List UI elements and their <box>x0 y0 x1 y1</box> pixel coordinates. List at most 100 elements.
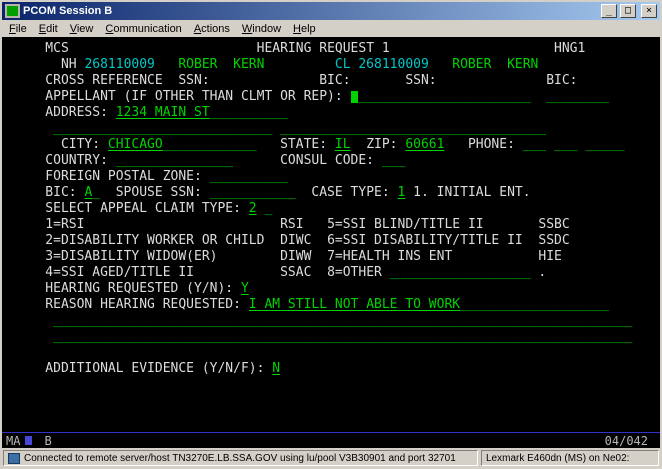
spouse-ssn-label: SPOUSE SSN: <box>116 185 202 201</box>
claim-option-4-label: 4=SSI AGED/TITLE II <box>45 265 194 281</box>
claim-option-row-4: 4=SSI AGED/TITLE II SSAC 8=OTHER _______… <box>2 265 660 281</box>
menu-file-label: File <box>9 23 27 35</box>
reason-line2-input[interactable]: ________________________________________… <box>53 313 632 329</box>
menu-help-label: Help <box>293 23 316 35</box>
claim-type-input[interactable]: 2 <box>249 201 257 217</box>
claim-option-1-label: 1=RSI <box>45 217 84 233</box>
oia-status-row: MA B 04/042 <box>2 432 660 448</box>
appellant-field-2[interactable]: ________ <box>546 89 609 105</box>
country-row: COUNTRY: _______________ CONSUL CODE: __… <box>2 153 660 169</box>
app-icon[interactable] <box>5 4 20 18</box>
reason-row: REASON HEARING REQUESTED: I AM STILL NOT… <box>2 297 660 313</box>
cl-name: ROBER KERN <box>452 57 538 73</box>
xref-bic1-label: BIC: <box>319 73 350 89</box>
appellant-label: APPELLANT (IF OTHER THAN CLMT OR REP): <box>45 89 342 105</box>
state-label: STATE: <box>280 137 327 153</box>
claim-option-row-2: 2=DISABILITY WORKER OR CHILD DIWC 6=SSI … <box>2 233 660 249</box>
address-label: ADDRESS: <box>45 105 108 121</box>
other-claim-input[interactable]: __________________ <box>390 265 531 281</box>
bic-label: BIC: <box>45 185 76 201</box>
claim-option-6-label: 6=SSI DISABILITY/TITLE II <box>327 233 523 249</box>
claim-type-input-2[interactable]: _ <box>264 201 272 217</box>
additional-evidence-row: ADDITIONAL EVIDENCE (Y/N/F): N <box>2 361 660 377</box>
cursor[interactable] <box>351 91 359 103</box>
menu-edit-label: Edit <box>39 23 58 35</box>
terminal-screen[interactable]: MCS HEARING REQUEST 1 HNG1 NH 268110009 … <box>2 37 660 448</box>
claim-option-1-code: RSI <box>280 217 303 233</box>
hearing-requested-input[interactable]: Y <box>241 281 249 297</box>
menu-window[interactable]: Window <box>236 22 287 36</box>
zip-label: ZIP: <box>366 137 397 153</box>
oia-status: MA <box>6 433 20 449</box>
menu-view[interactable]: View <box>64 22 100 36</box>
city-input[interactable]: CHICAGO <box>108 137 163 153</box>
country-input[interactable]: _______________ <box>116 153 233 169</box>
state-input[interactable]: IL <box>335 137 351 153</box>
blank-row <box>2 345 660 361</box>
menu-file[interactable]: File <box>3 22 33 36</box>
address-input-fill[interactable]: __________ <box>210 105 288 121</box>
foreign-postal-zone-input[interactable]: __________ <box>210 169 288 185</box>
spouse-ssn-input[interactable]: ___________ <box>210 185 296 201</box>
reason-input[interactable]: I AM STILL NOT ABLE TO WORK <box>249 297 460 313</box>
city-state-zip-row: CITY: CHICAGO ____________ STATE: IL ZIP… <box>2 137 660 153</box>
phone-line-input[interactable]: _____ <box>585 137 624 153</box>
cross-reference-row: CROSS REFERENCE SSN: BIC: SSN: BIC: <box>2 73 660 89</box>
zip-input[interactable]: 60661 <box>405 137 444 153</box>
address-row: ADDRESS: 1234 MAIN ST __________ <box>2 105 660 121</box>
case-type-input[interactable]: 1 <box>398 185 406 201</box>
blank-row <box>2 377 660 393</box>
address-line2-input[interactable]: ____________________________ <box>53 121 272 137</box>
claim-option-3-label: 3=DISABILITY WIDOW(ER) <box>45 249 217 265</box>
menu-actions[interactable]: Actions <box>188 22 236 36</box>
oia-block-icon <box>25 436 32 445</box>
claim-option-5-code: SSBC <box>538 217 569 233</box>
menu-actions-label: Actions <box>194 23 230 35</box>
claim-option-6-code: SSDC <box>538 233 569 249</box>
oia-cursor-position: 04/042 <box>605 433 648 449</box>
connection-status-panel: Connected to remote server/host TN3270E.… <box>3 450 478 466</box>
connection-icon <box>8 453 20 464</box>
menu-window-label: Window <box>242 23 281 35</box>
address-input[interactable]: 1234 MAIN ST <box>116 105 210 121</box>
consul-code-input[interactable]: ___ <box>382 153 405 169</box>
bic-input[interactable]: A <box>84 185 92 201</box>
close-button[interactable]: × <box>641 4 657 18</box>
bic-input-fill[interactable]: _ <box>92 185 100 201</box>
cl-ssn: 268110009 <box>358 57 428 73</box>
nh-ssn: 268110009 <box>84 57 154 73</box>
cross-reference-label: CROSS REFERENCE SSN: <box>45 73 209 89</box>
consul-code-label: CONSUL CODE: <box>280 153 374 169</box>
menu-bar: File Edit View Communication Actions Win… <box>2 20 660 37</box>
menu-help[interactable]: Help <box>287 22 322 36</box>
menu-edit[interactable]: Edit <box>33 22 64 36</box>
bic-spouse-casetype-row: BIC: A _ SPOUSE SSN: ___________ CASE TY… <box>2 185 660 201</box>
case-type-label: CASE TYPE: <box>311 185 389 201</box>
reason-input-fill[interactable]: ___________________ <box>460 297 609 313</box>
printer-status-text: Lexmark E460dn (MS) on Ne02: <box>486 453 629 464</box>
city-input-fill[interactable]: ____________ <box>163 137 257 153</box>
reason-line2-row: ________________________________________… <box>2 313 660 329</box>
reason-line3-input[interactable]: ________________________________________… <box>53 329 632 345</box>
city-label: CITY: <box>61 137 100 153</box>
oia-left: MA B <box>6 433 52 449</box>
appellant-field-1[interactable]: ______________________ <box>358 89 530 105</box>
claim-option-4-code: SSAC <box>280 265 311 281</box>
foreign-postal-zone-row: FOREIGN POSTAL ZONE: __________ <box>2 169 660 185</box>
claim-option-row-1: 1=RSI RSI 5=SSI BLIND/TITLE II SSBC <box>2 217 660 233</box>
xref-bic2-label: BIC: <box>546 73 577 89</box>
address-continued-row: ____________________________ ___________… <box>2 121 660 137</box>
printer-status-panel: Lexmark E460dn (MS) on Ne02: <box>481 450 659 466</box>
address-line3-input[interactable]: __________________________________ <box>280 121 546 137</box>
maximize-button[interactable]: □ <box>620 4 636 18</box>
phone-prefix-input[interactable]: ___ <box>554 137 577 153</box>
additional-evidence-input[interactable]: N <box>272 361 280 377</box>
system-id: MCS <box>45 41 68 57</box>
claim-option-7-code: HIE <box>538 249 561 265</box>
other-claim-period: . <box>538 265 546 281</box>
appellant-row: APPELLANT (IF OTHER THAN CLMT OR REP): _… <box>2 89 660 105</box>
menu-communication[interactable]: Communication <box>99 22 187 36</box>
minimize-button[interactable]: _ <box>601 4 617 18</box>
foreign-postal-zone-label: FOREIGN POSTAL ZONE: <box>45 169 202 185</box>
phone-area-input[interactable]: ___ <box>523 137 546 153</box>
